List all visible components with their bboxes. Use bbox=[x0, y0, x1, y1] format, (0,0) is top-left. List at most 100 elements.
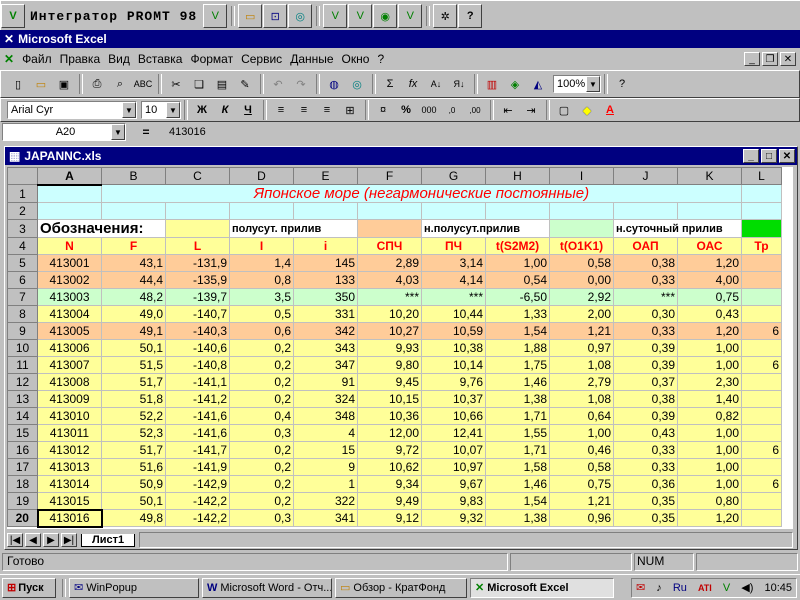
cell[interactable] bbox=[485, 202, 550, 220]
borders-icon[interactable]: ▢ bbox=[553, 100, 575, 120]
globe-icon[interactable]: ◎ bbox=[288, 4, 313, 28]
format-painter-icon[interactable]: ✎ bbox=[234, 74, 256, 94]
table-cell[interactable]: 91 bbox=[293, 373, 358, 391]
table-cell[interactable]: 0,4 bbox=[229, 407, 294, 425]
table-cell[interactable]: 15 bbox=[293, 441, 358, 459]
table-cell[interactable]: 48,2 bbox=[101, 288, 166, 306]
table-cell[interactable]: 0,5 bbox=[229, 305, 294, 323]
decrease-indent-icon[interactable]: ⇤ bbox=[497, 100, 519, 120]
help-icon[interactable]: ? bbox=[458, 4, 483, 28]
spreadsheet-grid[interactable]: A B C D E F G H I J K L 1 Японское море (негармоничес… bbox=[7, 167, 793, 529]
table-cell[interactable]: 413009 bbox=[37, 390, 102, 408]
table-cell[interactable]: 0,80 bbox=[677, 492, 742, 510]
table-cell[interactable]: 413008 bbox=[37, 373, 102, 391]
table-cell[interactable]: 350 bbox=[293, 288, 358, 306]
table-cell[interactable]: 0,6 bbox=[229, 322, 294, 340]
cell[interactable] bbox=[741, 202, 782, 220]
table-cell[interactable]: 12,00 bbox=[357, 424, 422, 442]
close-button[interactable]: ✕ bbox=[780, 52, 796, 66]
table-cell[interactable]: 0,39 bbox=[613, 356, 678, 374]
cell[interactable] bbox=[37, 184, 102, 203]
table-cell[interactable]: 10,27 bbox=[357, 322, 422, 340]
table-cell[interactable]: *** bbox=[421, 288, 486, 306]
align-left-icon[interactable]: ≡ bbox=[270, 100, 292, 120]
table-cell[interactable]: 0,58 bbox=[549, 458, 614, 476]
menu-edit[interactable]: Правка bbox=[60, 52, 101, 66]
percent-button[interactable]: % bbox=[395, 100, 417, 120]
font-select[interactable]: Arial Cyr ▼ bbox=[7, 101, 137, 119]
table-cell[interactable]: -140,6 bbox=[165, 339, 230, 357]
table-cell[interactable]: 1 bbox=[293, 475, 358, 493]
table-cell[interactable]: 1,75 bbox=[485, 356, 550, 374]
table-cell[interactable]: 0,64 bbox=[549, 407, 614, 425]
cell[interactable] bbox=[549, 202, 614, 220]
formula-input[interactable]: 413016 bbox=[166, 123, 800, 141]
table-cell[interactable]: 413015 bbox=[37, 492, 102, 510]
row-header[interactable]: 1 bbox=[7, 184, 38, 203]
cell[interactable] bbox=[613, 202, 678, 220]
align-center-icon[interactable]: ≡ bbox=[293, 100, 315, 120]
table-cell[interactable]: 9,76 bbox=[421, 373, 486, 391]
table-cell[interactable]: 0,39 bbox=[613, 407, 678, 425]
table-cell[interactable]: 10,38 bbox=[421, 339, 486, 357]
row-header[interactable]: 11 bbox=[7, 356, 38, 374]
column-title[interactable]: ОАС bbox=[677, 237, 742, 255]
legend-mixed-diurnal[interactable]: н.суточный прилив bbox=[613, 219, 742, 238]
decrease-decimal-icon[interactable]: ,00 bbox=[464, 100, 486, 120]
task-word[interactable]: W Microsoft Word - Отч... bbox=[202, 577, 332, 598]
table-cell[interactable]: 10,07 bbox=[421, 441, 486, 459]
column-header-L[interactable]: L bbox=[741, 167, 782, 185]
menu-window[interactable]: Окно bbox=[342, 52, 370, 66]
table-cell[interactable]: 1,21 bbox=[549, 492, 614, 510]
table-cell[interactable]: 0,38 bbox=[613, 254, 678, 272]
table-cell[interactable]: 0,30 bbox=[613, 305, 678, 323]
table-cell[interactable]: 49,8 bbox=[101, 509, 166, 527]
column-header-C[interactable]: C bbox=[165, 167, 230, 185]
table-cell[interactable]: -142,2 bbox=[165, 492, 230, 510]
table-cell[interactable]: 413016 bbox=[36, 508, 103, 528]
table-cell[interactable]: 50,1 bbox=[101, 492, 166, 510]
table-cell[interactable]: 9 bbox=[293, 458, 358, 476]
increase-decimal-icon[interactable]: ,0 bbox=[441, 100, 463, 120]
table-cell[interactable]: 9,72 bbox=[357, 441, 422, 459]
table-cell[interactable] bbox=[741, 271, 782, 289]
menu-format[interactable]: Формат bbox=[190, 52, 233, 66]
table-cell[interactable]: 0,2 bbox=[229, 339, 294, 357]
table-cell[interactable]: 0,46 bbox=[549, 441, 614, 459]
table-cell[interactable]: 0,97 bbox=[549, 339, 614, 357]
table-cell[interactable]: 49,0 bbox=[101, 305, 166, 323]
table-cell[interactable]: 0,58 bbox=[549, 254, 614, 272]
menu-file[interactable]: Файл bbox=[22, 52, 52, 66]
cut-icon[interactable]: ✂ bbox=[165, 74, 187, 94]
table-cell[interactable]: 0,00 bbox=[549, 271, 614, 289]
table-cell[interactable]: 1,54 bbox=[485, 492, 550, 510]
table-cell[interactable]: 413011 bbox=[37, 424, 102, 442]
table-cell[interactable] bbox=[741, 424, 782, 442]
cell[interactable] bbox=[165, 202, 230, 220]
table-cell[interactable]: 1,00 bbox=[677, 356, 742, 374]
cell[interactable] bbox=[357, 202, 422, 220]
translate-web-icon[interactable]: ◉ bbox=[373, 4, 398, 28]
table-cell[interactable]: 413001 bbox=[37, 254, 102, 272]
table-cell[interactable]: 1,33 bbox=[485, 305, 550, 323]
table-cell[interactable]: -140,8 bbox=[165, 356, 230, 374]
table-cell[interactable]: -141,9 bbox=[165, 458, 230, 476]
table-cell[interactable]: 0,43 bbox=[613, 424, 678, 442]
cell[interactable] bbox=[37, 202, 102, 220]
table-cell[interactable]: 9,80 bbox=[357, 356, 422, 374]
table-cell[interactable]: 0,33 bbox=[613, 441, 678, 459]
spelling-icon[interactable]: ABC bbox=[132, 74, 154, 94]
first-sheet-icon[interactable]: |◀ bbox=[7, 533, 23, 547]
table-cell[interactable]: -142,9 bbox=[165, 475, 230, 493]
column-title[interactable]: ПЧ bbox=[421, 237, 486, 255]
table-cell[interactable]: 9,32 bbox=[421, 509, 486, 527]
table-cell[interactable]: 10,36 bbox=[357, 407, 422, 425]
table-cell[interactable]: 6 bbox=[741, 322, 782, 340]
table-cell[interactable]: 6 bbox=[741, 356, 782, 374]
row-header[interactable]: 2 bbox=[7, 202, 38, 220]
column-header-G[interactable]: G bbox=[421, 167, 486, 185]
table-cell[interactable]: 2,92 bbox=[549, 288, 614, 306]
row-header[interactable]: 9 bbox=[7, 322, 38, 340]
table-cell[interactable]: 0,8 bbox=[229, 271, 294, 289]
row-header[interactable]: 12 bbox=[7, 373, 38, 391]
